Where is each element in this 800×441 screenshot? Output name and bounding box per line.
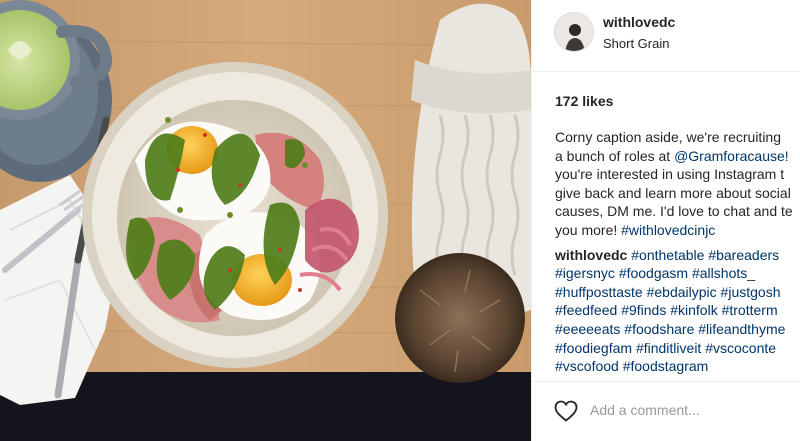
caption-text: you more! [555,221,622,238]
caption-line: give back and learn more about social [555,184,791,201]
add-comment-bar [532,381,800,441]
hashtag-link[interactable]: #trotterm [722,302,778,318]
comment-line: #huffposttaste #ebdailypic #justgosh [555,283,800,302]
hashtag-link[interactable]: #foodgasm [619,265,688,281]
comment-line: #igersnyc #foodgasm #allshots_ [555,264,800,283]
hashtag-link[interactable]: #eeeeeats [555,321,620,337]
likes-count[interactable]: 172 likes [555,93,613,109]
user-avatar-image [555,13,593,51]
hashtag-link[interactable]: #bareaders [708,247,779,263]
caption-line: you're interested in using Instagram t [555,166,785,183]
hashtag-link[interactable]: #huffposttaste [555,284,643,300]
hashtag-link[interactable]: #9finds [621,302,666,318]
post-sidebar: withlovedc Short Grain 172 likes Corny c… [531,0,800,441]
post-username[interactable]: withlovedc [603,14,675,30]
post-location[interactable]: Short Grain [603,36,669,51]
caption-text: a bunch of roles at [555,147,675,164]
heart-outline-icon [554,400,578,422]
hashtag-link[interactable]: #allshots_ [692,265,755,281]
comment-line: withlovedc #onthetable #bareaders [555,246,800,265]
hashtag-link[interactable]: #onthetable [631,247,704,263]
like-button[interactable] [554,400,580,424]
hashtag-link[interactable]: #ebdailypic [647,284,717,300]
food-photo-image [0,0,531,441]
caption-line: causes, DM me. I'd love to chat and te [555,203,793,220]
hashtag-link[interactable]: #igersnyc [555,265,615,281]
hashtag-link[interactable]: #foodshare [624,321,694,337]
hashtag-link[interactable]: #vscoconte [705,340,776,356]
post-photo[interactable] [0,0,531,441]
mention-link[interactable]: @Gramforacause! [674,148,789,164]
avatar[interactable] [554,12,594,52]
post-header: withlovedc Short Grain [532,0,800,72]
hashtag-link[interactable]: #withlovedcinjc [621,222,715,238]
add-comment-input[interactable] [590,397,790,423]
comment-line: #foodiegfam #finditliveit #vscoconte [555,339,800,358]
hashtag-link[interactable]: #foodiegfam [555,340,632,356]
comment-line: #vscofood #foodstagram [555,357,800,376]
hashtag-link[interactable]: #feedfeed [555,302,617,318]
post-caption: Corny caption aside, we're recruiting a … [555,128,800,376]
hashtag-link[interactable]: #foodstagram [623,358,709,374]
caption-line: you more! #withlovedcinjc [555,221,800,240]
comment-line: #eeeeeats #foodshare #lifeandthyme [555,320,800,339]
hashtag-link[interactable]: #finditliveit [636,340,701,356]
hashtag-link[interactable]: #vscofood [555,358,619,374]
comment-author[interactable]: withlovedc [555,247,627,263]
caption-line: a bunch of roles at @Gramforacause! [555,147,800,166]
hashtag-link[interactable]: #lifeandthyme [698,321,785,337]
hashtag-link[interactable]: #justgosh [721,284,781,300]
caption-line: Corny caption aside, we're recruiting [555,129,782,145]
comment-line: #feedfeed #9finds #kinfolk #trotterm [555,301,800,320]
hashtag-link[interactable]: #kinfolk [670,302,717,318]
